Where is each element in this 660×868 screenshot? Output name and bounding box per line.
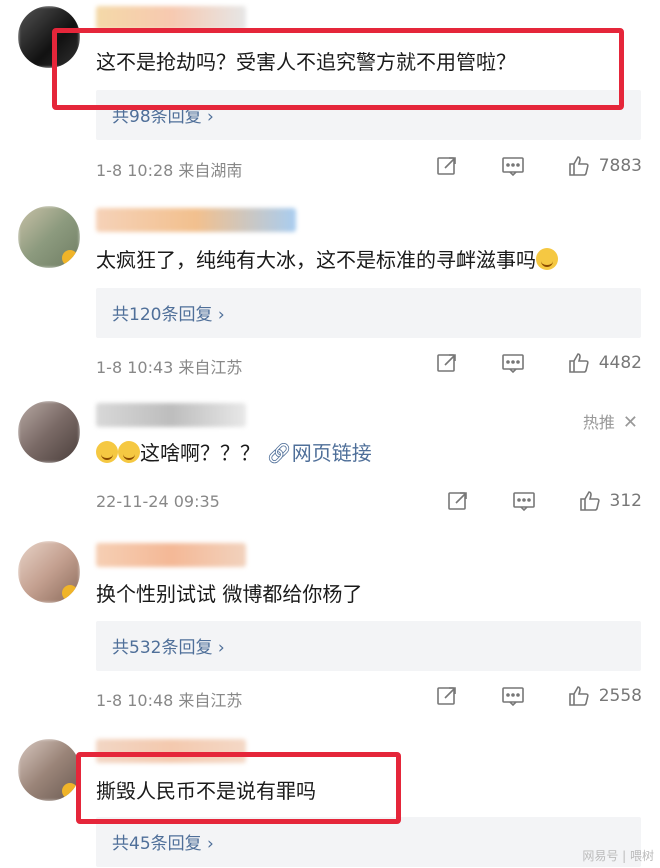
comment-meta: 1-8 10:48 来自江苏 — [96, 691, 243, 710]
avatar[interactable] — [18, 206, 80, 268]
laugh-cry-emoji-icon — [118, 441, 140, 463]
sweat-smile-emoji-icon — [536, 248, 558, 270]
comment-icon[interactable] — [501, 351, 525, 375]
comment-meta: 1-8 10:28 来自湖南 — [96, 161, 243, 180]
username-blurred[interactable] — [96, 208, 296, 232]
share-icon[interactable] — [435, 154, 459, 178]
like-count: 7883 — [598, 156, 642, 176]
replies-button[interactable]: 共45条回复 › — [96, 817, 641, 867]
laugh-cry-emoji-icon — [96, 441, 118, 463]
share-icon[interactable] — [435, 684, 459, 708]
link-text: 网页链接 — [291, 441, 372, 465]
comment-icon[interactable] — [501, 684, 525, 708]
verified-badge-icon — [62, 585, 78, 601]
replies-button[interactable]: 共120条回复 › — [96, 288, 641, 338]
verified-badge-icon — [62, 250, 78, 266]
comment-meta: 1-8 10:43 来自江苏 — [96, 358, 243, 377]
avatar[interactable] — [18, 401, 80, 463]
replies-label: 共45条回复 › — [112, 834, 214, 854]
share-icon[interactable] — [435, 351, 459, 375]
comment-icon[interactable] — [512, 489, 536, 513]
like-count: 312 — [609, 491, 642, 511]
avatar[interactable] — [18, 541, 80, 603]
link-icon: 🔗︎ — [266, 441, 292, 465]
username-blurred[interactable] — [96, 543, 246, 567]
hot-recommend-tag[interactable]: 热推 ✕ — [583, 409, 638, 433]
like-icon[interactable] — [567, 351, 591, 375]
comment-text: 换个性别试试 微博都给你杨了 — [96, 582, 363, 606]
comment-actions: 7883 — [393, 154, 642, 178]
comment-meta: 22-11-24 09:35 — [96, 492, 220, 511]
comment-text: 这啥啊？？？ 🔗︎网页链接 — [96, 439, 372, 467]
comment-text: 太疯狂了，纯纯有大冰，这不是标准的寻衅滋事吗 — [96, 246, 558, 274]
like-icon[interactable] — [567, 684, 591, 708]
like-count: 2558 — [598, 686, 642, 706]
comment-actions: 2558 — [393, 684, 642, 708]
comment-text-body: 太疯狂了，纯纯有大冰，这不是标准的寻衅滋事吗 — [96, 248, 536, 272]
watermark: 网易号 | 喂树 — [582, 849, 654, 863]
highlight-box — [76, 752, 401, 824]
web-link[interactable]: 🔗︎网页链接 — [266, 441, 371, 465]
like-count: 4482 — [598, 353, 642, 373]
like-icon[interactable] — [567, 154, 591, 178]
hot-label: 热推 — [582, 413, 615, 432]
replies-label: 共120条回复 › — [112, 305, 225, 325]
comment-text-body: 这啥啊？？？ — [140, 441, 260, 465]
close-icon[interactable]: ✕ — [623, 412, 638, 433]
like-icon[interactable] — [578, 489, 602, 513]
username-blurred[interactable] — [96, 6, 246, 30]
replies-label: 共532条回复 › — [112, 638, 225, 658]
replies-button[interactable]: 共532条回复 › — [96, 621, 641, 671]
share-icon[interactable] — [446, 489, 470, 513]
avatar[interactable] — [18, 739, 80, 801]
comment-icon[interactable] — [501, 154, 525, 178]
comment-actions: 312 — [404, 489, 642, 513]
highlight-box — [52, 28, 624, 110]
username-blurred[interactable] — [96, 403, 246, 427]
comment-actions: 4482 — [393, 351, 642, 375]
